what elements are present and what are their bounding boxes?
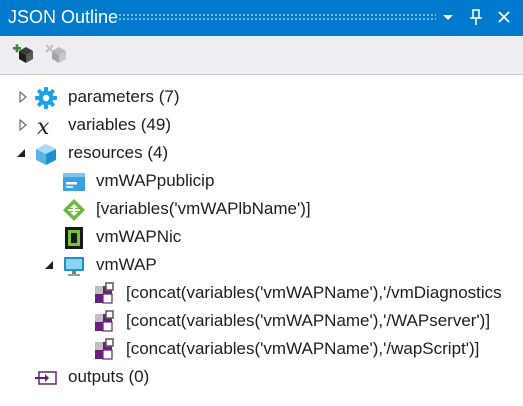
variable-x-icon: x — [37, 115, 50, 138]
tree-node-label: [concat(variables('vmWAPName'),'/vmDiagn… — [126, 283, 502, 302]
tree-node-vm[interactable]: vmWAP — [40, 252, 523, 279]
cube-icon — [36, 144, 56, 165]
close-icon — [498, 11, 510, 23]
extension-icon — [95, 310, 114, 332]
tree-node-parameters[interactable]: parameters (7) — [0, 84, 523, 111]
close-button[interactable] — [494, 6, 514, 28]
tree-node-extension-wapscript[interactable]: [concat(variables('vmWAPName'),'/wapScri… — [90, 336, 523, 363]
tree-node-outputs[interactable]: outputs (0) — [0, 364, 523, 391]
tree-node-nic[interactable]: vmWAPNic — [40, 224, 523, 251]
tree-node-label: [concat(variables('vmWAPName'),'/wapScri… — [126, 339, 480, 358]
json-outline-tree: parameters (7) x variables (49) resource… — [0, 75, 523, 406]
remove-resource-button[interactable] — [44, 42, 70, 68]
titlebar-grip[interactable] — [118, 13, 436, 22]
load-balancer-icon — [63, 199, 85, 221]
window-title: JSON Outline — [8, 7, 119, 27]
virtual-machine-icon — [64, 257, 84, 276]
nic-icon — [65, 227, 83, 249]
tree-node-label: parameters (7) — [68, 87, 180, 106]
tree-node-label: vmWAPpublicip — [96, 171, 215, 190]
tree-node-variables[interactable]: x variables (49) — [0, 112, 523, 139]
tree-node-label: resources (4) — [68, 143, 169, 162]
add-resource-icon — [13, 44, 33, 63]
collapsed-arrow-icon[interactable] — [16, 118, 30, 132]
expanded-arrow-icon[interactable] — [14, 146, 28, 160]
remove-resource-icon — [45, 44, 66, 63]
tree-node-label: vmWAP — [96, 255, 157, 274]
gear-icon — [35, 87, 57, 109]
outline-toolbar — [0, 36, 523, 75]
tree-node-resources[interactable]: resources (4) — [0, 140, 523, 167]
tree-node-label: variables (49) — [68, 115, 171, 134]
window-options-button[interactable] — [438, 6, 458, 28]
collapsed-arrow-icon[interactable] — [16, 90, 30, 104]
tree-node-label: [variables('vmWAPlbName')] — [96, 199, 311, 218]
tree-node-extension-diagnostics[interactable]: [concat(variables('vmWAPName'),'/vmDiagn… — [90, 280, 523, 307]
pin-icon — [470, 9, 482, 25]
dropdown-arrow-icon — [443, 15, 453, 20]
tree-node-load-balancer[interactable]: [variables('vmWAPlbName')] — [40, 196, 523, 223]
add-resource-button[interactable] — [10, 42, 36, 68]
svg-text:x: x — [37, 115, 50, 138]
tree-node-label: outputs (0) — [68, 367, 150, 386]
tree-node-public-ip[interactable]: vmWAPpublicip — [40, 168, 523, 195]
tree-node-label: vmWAPNic — [96, 227, 182, 246]
expanded-arrow-icon[interactable] — [42, 258, 56, 272]
pin-button[interactable] — [466, 6, 486, 28]
extension-icon — [95, 282, 114, 304]
tree-node-label: [concat(variables('vmWAPName'),'/WAPserv… — [126, 311, 491, 330]
tree-node-extension-wapserver[interactable]: [concat(variables('vmWAPName'),'/WAPserv… — [90, 308, 523, 335]
tool-window-titlebar: JSON Outline — [0, 0, 523, 36]
extension-icon — [95, 338, 114, 360]
outputs-icon — [35, 371, 57, 385]
public-ip-icon — [63, 173, 85, 191]
